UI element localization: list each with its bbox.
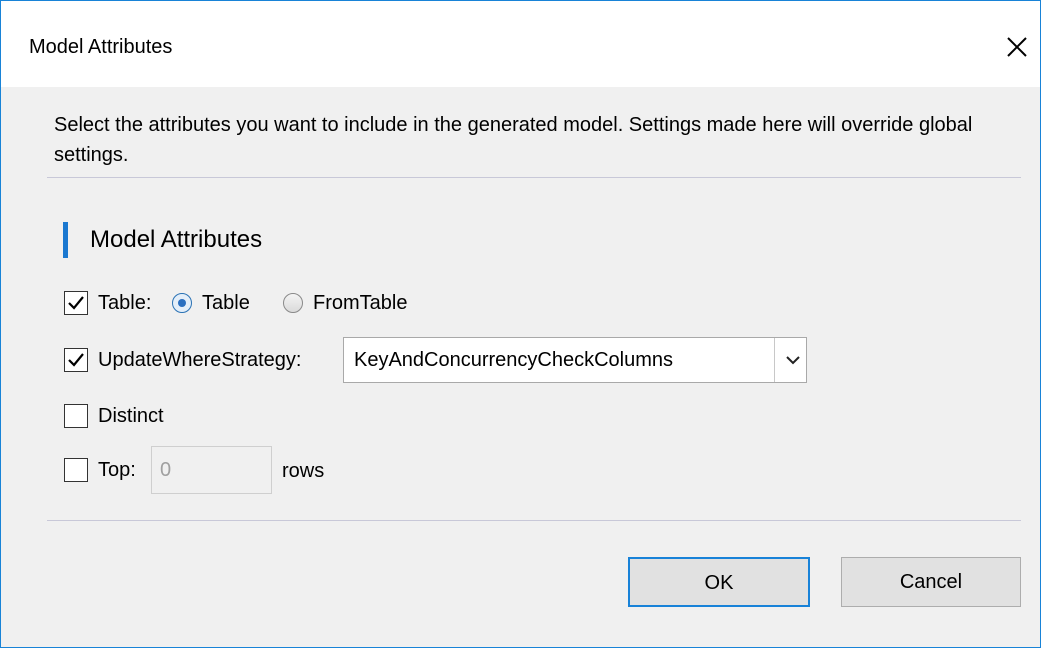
select-value: KeyAndConcurrencyCheckColumns [354, 349, 674, 371]
section-title: Model Attributes [90, 226, 263, 253]
section-accent-bar [63, 222, 68, 258]
update-where-checkbox[interactable] [64, 348, 88, 372]
checkmark-icon [68, 353, 84, 367]
distinct-checkbox[interactable] [64, 404, 88, 428]
divider-top [47, 177, 1021, 178]
update-where-label: UpdateWhereStrategy: [98, 349, 302, 371]
window-title: Model Attributes [29, 36, 173, 58]
table-label: Table: [98, 292, 152, 314]
checkmark-icon [68, 296, 84, 310]
radio-table[interactable] [172, 293, 192, 313]
chevron-down-icon [786, 356, 800, 365]
update-where-select[interactable]: KeyAndConcurrencyCheckColumns [343, 337, 807, 383]
divider-bottom [47, 520, 1021, 521]
cancel-button[interactable]: Cancel [841, 557, 1021, 607]
radio-selected-dot [178, 299, 186, 307]
rows-label: rows [282, 460, 325, 482]
radio-fromtable-label: FromTable [313, 292, 408, 314]
description-text: Select the attributes you want to includ… [54, 114, 973, 166]
radio-table-label: Table [202, 292, 250, 314]
close-icon [1007, 37, 1027, 57]
close-button[interactable] [994, 25, 1040, 69]
select-separator [774, 338, 775, 382]
distinct-label: Distinct [98, 405, 164, 427]
top-rows-input[interactable] [151, 446, 272, 494]
radio-fromtable[interactable] [283, 293, 303, 313]
top-label: Top: [98, 459, 136, 481]
table-checkbox[interactable] [64, 291, 88, 315]
dialog-window: Model Attributes Select the attributes y… [0, 0, 1041, 648]
top-checkbox[interactable] [64, 458, 88, 482]
ok-button[interactable]: OK [628, 557, 810, 607]
title-bar: Model Attributes [1, 1, 1040, 87]
